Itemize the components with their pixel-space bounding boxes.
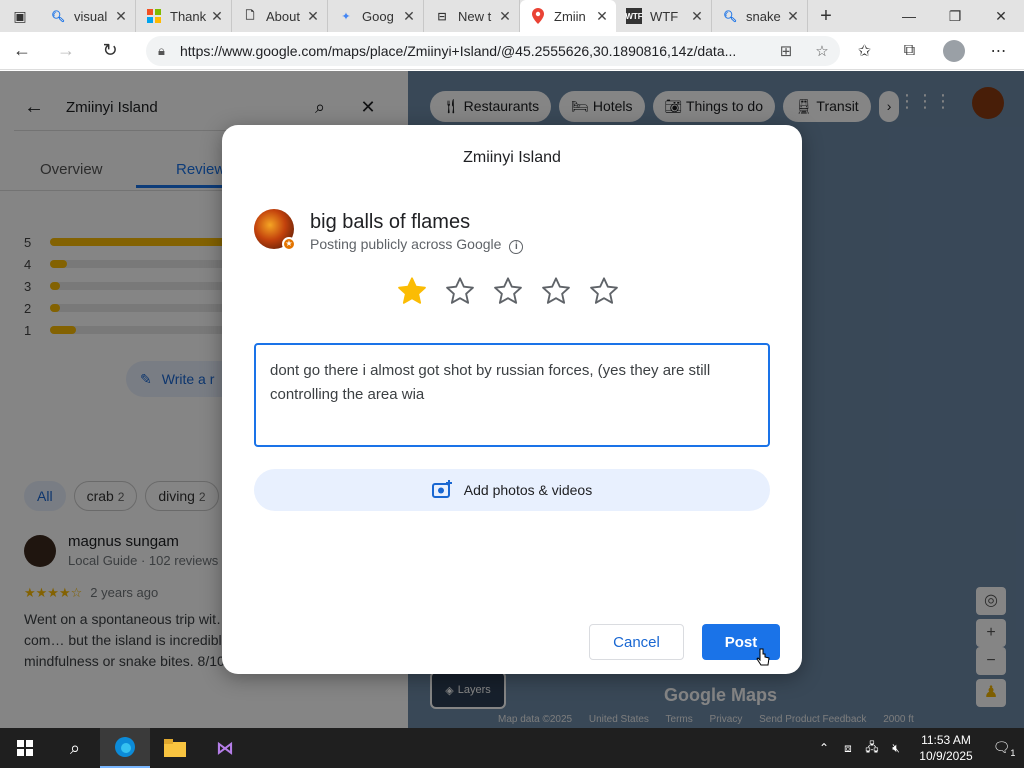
volume-muted-icon[interactable]: 🔇︎ [884, 741, 908, 756]
notifications-icon[interactable]: 🗨︎1 [984, 739, 1024, 758]
app-available-icon[interactable]: ⊞ [768, 42, 804, 60]
star-filled-icon[interactable] [396, 275, 428, 307]
browser-toolbar: ← → ↻ 🔒︎ https://www.google.com/maps/pla… [0, 32, 1024, 70]
add-favorite-icon[interactable]: ☆ [804, 42, 840, 60]
close-tab-icon[interactable]: ✕ [113, 8, 129, 25]
meet-now-icon[interactable]: ⧈ [836, 741, 860, 756]
close-tab-icon[interactable]: ✕ [401, 8, 417, 25]
back-arrow-icon[interactable]: ← [0, 40, 44, 61]
forward-arrow-icon[interactable]: → [44, 40, 88, 61]
search-icon: 🔍︎ [723, 10, 737, 23]
info-icon[interactable]: i [509, 240, 524, 254]
restore-icon[interactable]: ❐ [932, 8, 978, 25]
favorites-icon[interactable]: ✩ [842, 41, 887, 61]
browser-tab[interactable]: ⊟ New t ✕ [424, 0, 520, 32]
tab-title: Thank [170, 8, 207, 24]
document-icon: 🗋 [245, 9, 255, 22]
tab-title: Zmiin [554, 8, 586, 24]
review-dialog: Zmiinyi Island ★ big balls of flames Pos… [222, 125, 802, 674]
gemini-icon: ✦ [341, 10, 351, 23]
new-tab-page-icon: ⊟ [437, 10, 447, 23]
browser-tab[interactable]: WTF WTF ✕ [616, 0, 712, 32]
user-name: big balls of flames [310, 211, 471, 233]
clock[interactable]: 11:53 AM 10/9/2025 [908, 732, 984, 764]
microsoft-logo-icon [146, 8, 162, 24]
browser-tab[interactable]: 🗋 About ✕ [232, 0, 328, 32]
star-empty-icon[interactable] [540, 275, 572, 307]
close-tab-icon[interactable]: ✕ [785, 8, 801, 25]
browser-tab-bar: ▣ 🔍︎ visual ✕ Thank ✕ 🗋 About ✕ ✦ Goog ✕… [0, 0, 1024, 32]
window-controls: — ❐ ✕ [886, 8, 1024, 25]
browser-tab[interactable]: 🔍︎ snake ✕ [712, 0, 808, 32]
tab-title: visual [74, 8, 108, 24]
show-hidden-icons-chevron-icon[interactable]: ⌃ [812, 741, 836, 755]
more-menu-icon[interactable]: ⋯ [976, 41, 1021, 61]
star-empty-icon[interactable] [444, 275, 476, 307]
add-photos-button[interactable]: Add photos & videos [254, 469, 770, 511]
add-photos-label: Add photos & videos [463, 482, 593, 498]
system-tray: ⌃ ⧈ 🖧︎ 🔇︎ 11:53 AM 10/9/2025 🗨︎1 [812, 732, 1024, 764]
posting-publicly-text: Posting publicly across Google i [310, 236, 524, 254]
tab-title: Goog [362, 8, 394, 24]
windows-taskbar: ⌕ ⋈ ⌃ ⧈ 🖧︎ 🔇︎ 11:53 AM 10/9/2025 🗨︎1 [0, 728, 1024, 768]
tab-title: WTF [650, 8, 679, 24]
browser-tab[interactable]: ✦ Goog ✕ [328, 0, 424, 32]
edge-browser-icon[interactable] [100, 728, 150, 768]
close-tab-icon[interactable]: ✕ [305, 8, 321, 25]
clock-time: 11:53 AM [921, 733, 971, 747]
wtf-site-icon: WTF [625, 8, 643, 24]
file-explorer-icon[interactable] [150, 728, 200, 768]
toolbar-right-icons: ✩ ⧉ ⋯ [842, 32, 1021, 70]
tab-actions-icon[interactable]: ▣ [0, 0, 40, 32]
user-avatar: ★ [254, 209, 296, 251]
maps-pin-icon [530, 8, 546, 24]
review-text-input[interactable]: dont go there i almost got shot by russi… [254, 343, 770, 447]
close-tab-icon[interactable]: ✕ [209, 8, 225, 25]
url-text[interactable]: https://www.google.com/maps/place/Zmiiny… [180, 43, 768, 59]
star-rating [396, 275, 620, 307]
close-tab-icon[interactable]: ✕ [497, 8, 513, 25]
star-empty-icon[interactable] [588, 275, 620, 307]
minimize-icon[interactable]: — [886, 8, 932, 25]
search-icon: 🔍︎ [51, 10, 65, 23]
browser-tab[interactable]: Thank ✕ [136, 0, 232, 32]
tab-title: New t [458, 8, 492, 24]
close-tab-icon[interactable]: ✕ [594, 8, 610, 25]
hand-cursor-icon [756, 648, 770, 666]
address-bar[interactable]: 🔒︎ https://www.google.com/maps/place/Zmi… [146, 36, 840, 66]
add-photo-icon [431, 479, 454, 502]
tab-title: About [266, 8, 300, 24]
local-guide-badge-icon: ★ [282, 237, 296, 251]
star-empty-icon[interactable] [492, 275, 524, 307]
network-icon[interactable]: 🖧︎ [860, 738, 884, 759]
close-window-icon[interactable]: ✕ [978, 8, 1024, 25]
reload-icon[interactable]: ↻ [88, 40, 132, 61]
browser-tab[interactable]: 🔍︎ visual ✕ [40, 0, 136, 32]
search-icon[interactable]: ⌕ [50, 728, 100, 768]
lock-icon[interactable]: 🔒︎ [158, 43, 180, 59]
dialog-title: Zmiinyi Island [463, 149, 561, 166]
profile-avatar[interactable] [943, 40, 965, 62]
cancel-button[interactable]: Cancel [589, 624, 684, 660]
close-tab-icon[interactable]: ✕ [689, 8, 705, 25]
windows-start-icon[interactable] [0, 728, 50, 768]
tab-title: snake [746, 8, 781, 24]
browser-tab-active[interactable]: Zmiin ✕ [520, 0, 616, 32]
collections-icon[interactable]: ⧉ [887, 42, 932, 60]
clock-date: 10/9/2025 [919, 749, 973, 763]
new-tab-plus-icon[interactable]: + [808, 5, 844, 28]
visual-studio-icon[interactable]: ⋈ [200, 728, 250, 768]
